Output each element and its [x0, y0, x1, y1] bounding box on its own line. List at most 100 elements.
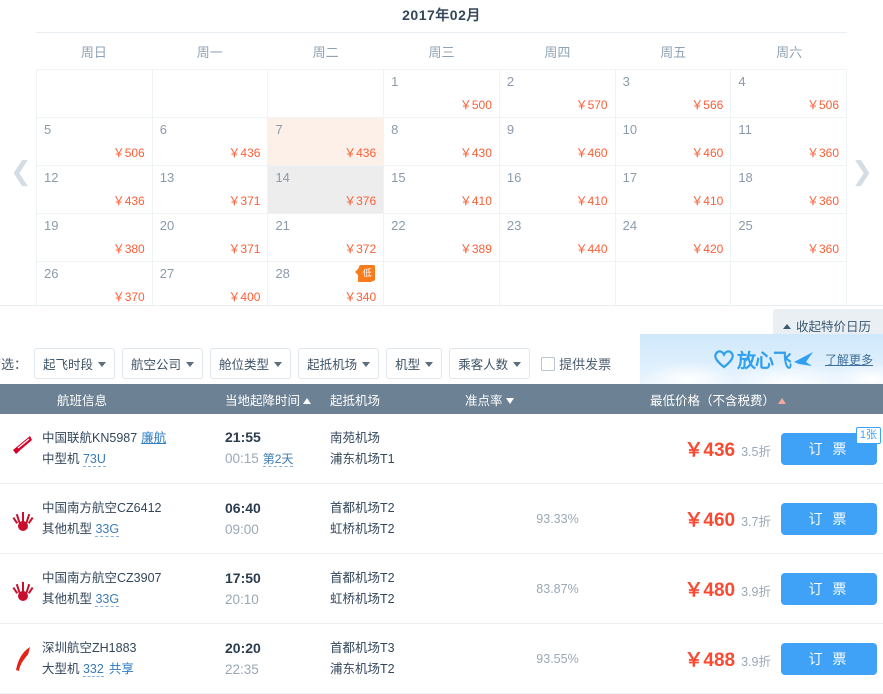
checkbox-box-icon[interactable] — [541, 357, 555, 371]
chevron-down-icon — [274, 362, 282, 367]
calendar-day-cell[interactable]: 11￥360 — [731, 118, 847, 166]
airline-flight-number: 深圳航空ZH1883 — [42, 638, 136, 659]
ticket-discount: 3.7折 — [741, 515, 771, 529]
calendar-day-number: 2 — [507, 74, 514, 89]
fare-calendar: 2017年02月 周日 周一 周二 周三 周四 周五 周六 1￥5002￥570… — [0, 0, 883, 305]
header-lowest-price[interactable]: 最低价格（不含税费） — [650, 390, 880, 409]
calendar-day-cell[interactable]: 3￥566 — [616, 70, 732, 118]
arrival-time: 09:00 — [225, 519, 330, 540]
calendar-day-cell[interactable]: 2 ￥570 — [500, 70, 616, 118]
calendar-day-number: 23 — [507, 218, 521, 233]
time-cell: 21:5500:15第2天 — [225, 427, 330, 470]
collapse-calendar-label: 收起特价日历 — [796, 320, 871, 334]
weekday-fri: 周五 — [615, 42, 731, 61]
calendar-day-cell[interactable]: 14￥376 — [268, 166, 384, 214]
calendar-day-cell[interactable]: 6￥436 — [153, 118, 269, 166]
calendar-day-cell[interactable]: 15￥410 — [384, 166, 500, 214]
filter-passenger-count-label: 乘客人数 — [458, 358, 508, 372]
calendar-day-number: 12 — [44, 170, 58, 185]
fangxinfei-logo: 放心飞 — [713, 346, 815, 373]
filter-airport[interactable]: 起抵机场 — [298, 348, 379, 379]
chevron-down-icon — [513, 362, 521, 367]
calendar-prev-arrow-icon[interactable]: ❮ — [10, 158, 32, 184]
calendar-day-cell[interactable]: 20￥371 — [153, 214, 269, 262]
calendar-day-cell[interactable]: 5￥506 — [37, 118, 153, 166]
aircraft-code-link[interactable]: 73U — [83, 452, 106, 467]
book-cell: 订 票1张 — [775, 433, 883, 465]
airline-tag[interactable]: 廉航 — [141, 431, 166, 445]
ticket-price: ￥436 — [684, 440, 735, 461]
calendar-day-cell[interactable]: 4￥506 — [731, 70, 847, 118]
chevron-down-icon — [362, 362, 370, 367]
calendar-week-row: 26￥37027￥40028低￥340 — [37, 262, 847, 310]
calendar-cell-empty — [731, 262, 847, 310]
invoice-checkbox[interactable]: 提供发票 — [541, 354, 611, 373]
calendar-day-cell[interactable]: 25￥360 — [731, 214, 847, 262]
departure-time: 06:40 — [225, 498, 330, 519]
seat-count-badge: 1张 — [856, 427, 881, 444]
calendar-day-price: ￥506 — [807, 96, 839, 113]
calendar-day-price: ￥570 — [576, 96, 608, 113]
flight-row[interactable]: 深圳航空ZH1883大型机 332共享20:2022:35首都机场T3浦东机场T… — [0, 624, 883, 694]
airport-cell: 首都机场T2虹桥机场T2 — [330, 568, 465, 610]
calendar-day-number: 5 — [44, 122, 51, 137]
learn-more-link[interactable]: 了解更多 — [825, 351, 873, 368]
header-local-time[interactable]: 当地起降时间 — [225, 390, 330, 409]
calendar-day-cell[interactable]: 18￥360 — [731, 166, 847, 214]
calendar-day-price: ￥389 — [460, 240, 492, 257]
calendar-day-cell[interactable]: 16￥410 — [500, 166, 616, 214]
calendar-next-arrow-icon[interactable]: ❯ — [851, 158, 873, 184]
calendar-day-price: ￥410 — [460, 192, 492, 209]
calendar-day-cell[interactable]: 8￥430 — [384, 118, 500, 166]
next-day-label[interactable]: 第2天 — [263, 452, 294, 467]
calendar-day-cell[interactable]: 9￥460 — [500, 118, 616, 166]
calendar-day-cell[interactable]: 1￥500 — [384, 70, 500, 118]
filter-airline[interactable]: 航空公司 — [122, 348, 203, 379]
filter-aircraft-type-label: 机型 — [395, 358, 420, 372]
book-ticket-button[interactable]: 订 票 — [781, 573, 877, 605]
calendar-day-cell[interactable]: 19 ￥380 — [37, 214, 153, 262]
calendar-day-cell[interactable]: 26￥370 — [37, 262, 153, 310]
calendar-day-price: ￥371 — [228, 240, 260, 257]
aircraft-code-link[interactable]: 332 — [83, 662, 104, 677]
flight-row[interactable]: 中国南方航空CZ3907其他机型 33G17:5020:10首都机场T2虹桥机场… — [0, 554, 883, 624]
calendar-week-row: 12￥43613￥37114￥37615￥41016￥41017￥41018￥3… — [37, 166, 847, 214]
chevron-down-icon — [98, 362, 106, 367]
time-cell: 20:2022:35 — [225, 638, 330, 680]
filter-aircraft-type[interactable]: 机型 — [386, 348, 442, 379]
arrival-airport: 虹桥机场T2 — [330, 589, 465, 610]
calendar-day-number: 19 — [44, 218, 58, 233]
calendar-day-cell[interactable]: 12￥436 — [37, 166, 153, 214]
calendar-week-row: 1￥500 2 ￥570 3￥5664￥506 — [37, 70, 847, 118]
flight-info-cell: 中国南方航空CZ6412其他机型 33G — [0, 498, 225, 540]
price-cell: ￥4803.9折 — [650, 575, 775, 602]
header-punctuality[interactable]: 准点率 — [465, 390, 650, 409]
filter-bar: 收起特价日历 放心飞 了解更多 筛选： 起飞时段 航空公司 舱位类型 起抵机场 … — [0, 305, 883, 384]
promo-banner[interactable]: 放心飞 了解更多 — [640, 334, 883, 384]
calendar-day-cell[interactable]: 13￥371 — [153, 166, 269, 214]
filter-passenger-count[interactable]: 乘客人数 — [449, 348, 530, 379]
calendar-day-cell[interactable]: 10￥460 — [616, 118, 732, 166]
calendar-day-cell[interactable]: 17￥410 — [616, 166, 732, 214]
book-ticket-button[interactable]: 订 票 — [781, 643, 877, 675]
calendar-day-cell[interactable]: 28低￥340 — [268, 262, 384, 310]
calendar-day-number: 21 — [275, 218, 289, 233]
calendar-day-cell[interactable]: 24￥420 — [616, 214, 732, 262]
flight-row[interactable]: 中国联航KN5987廉航中型机 73U21:5500:15第2天南苑机场浦东机场… — [0, 414, 883, 484]
calendar-day-cell[interactable]: 21￥372 — [268, 214, 384, 262]
flight-row[interactable]: 中国南方航空CZ6412其他机型 33G06:4009:00首都机场T2虹桥机场… — [0, 484, 883, 554]
calendar-day-price: ￥380 — [113, 240, 145, 257]
calendar-day-cell[interactable]: 23￥440 — [500, 214, 616, 262]
filter-cabin-class[interactable]: 舱位类型 — [210, 348, 291, 379]
aircraft-code-link[interactable]: 33G — [95, 522, 119, 537]
book-ticket-button[interactable]: 订 票 — [781, 503, 877, 535]
aircraft-code-link[interactable]: 33G — [95, 592, 119, 607]
calendar-day-cell[interactable]: 7￥436 — [268, 118, 384, 166]
calendar-day-price: ￥410 — [576, 192, 608, 209]
calendar-day-price: ￥566 — [691, 96, 723, 113]
calendar-day-cell[interactable]: 22￥389 — [384, 214, 500, 262]
calendar-day-cell[interactable]: 27￥400 — [153, 262, 269, 310]
filter-departure-time[interactable]: 起飞时段 — [34, 348, 115, 379]
weekday-wed: 周三 — [384, 42, 500, 61]
calendar-day-number: 18 — [738, 170, 752, 185]
